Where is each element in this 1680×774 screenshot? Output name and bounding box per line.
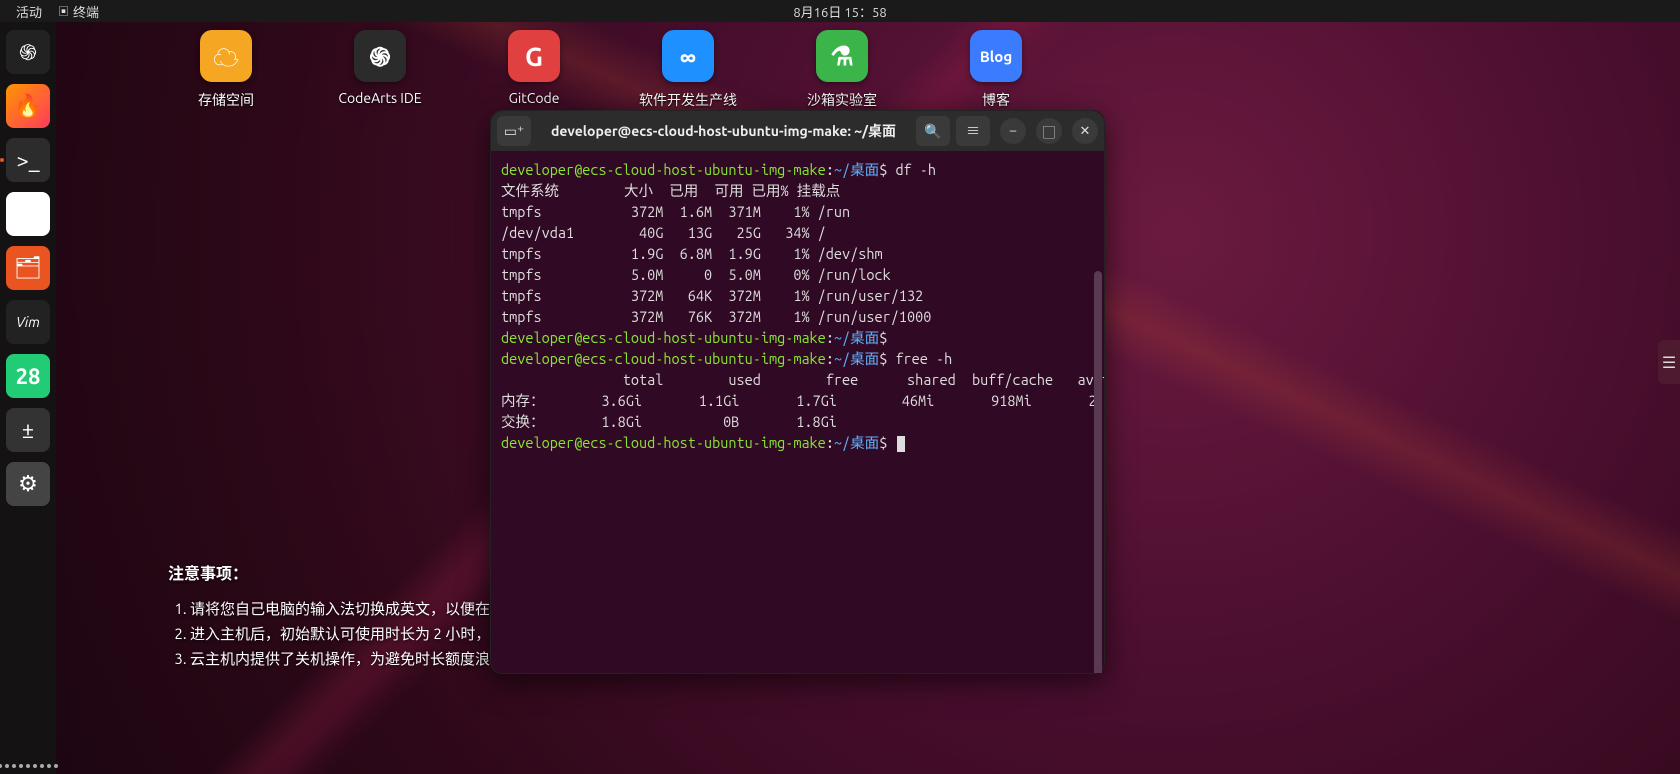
dock: ֍ 🔥 >_ ✎ 🗂 Vim 28 ± ⚙ [0, 22, 56, 774]
terminal-output: developer@ecs-cloud-host-ubuntu-img-make… [501, 159, 1094, 453]
app-label: 博客 [982, 90, 1010, 110]
dock-app-swirl[interactable]: ֍ [6, 30, 50, 74]
desktop-icon-存储空间[interactable]: ☁ 存储空间 [180, 30, 272, 110]
activities-button[interactable]: 活动 [8, 2, 50, 21]
notes-title: 注意事项： [168, 560, 520, 584]
right-edge-tab[interactable]: ☰ [1658, 340, 1680, 384]
search-icon: 🔍 [924, 123, 941, 140]
new-tab-button[interactable]: ▭⁺ [497, 116, 531, 146]
dock-app-text-editor[interactable]: ✎ [6, 192, 50, 236]
scrollbar[interactable] [1094, 271, 1102, 673]
app-label: 沙箱实验室 [807, 90, 877, 110]
desktop-notes: 注意事项： 请将您自己电脑的输入法切换成英文，以便在云主进入主机后，初始默认可使… [168, 560, 520, 673]
minimize-icon: – [1010, 124, 1016, 138]
gnome-top-bar: 活动 ▣ 终端 8月16日 15：58 [0, 0, 1680, 22]
window-title: developer@ecs-cloud-host-ubuntu-img-make… [537, 121, 910, 141]
minimize-button[interactable]: – [1000, 118, 1026, 144]
files-icon: 🗂 [14, 255, 42, 281]
hamburger-icon: ≡ [966, 121, 980, 141]
menu-button[interactable]: ≡ [956, 116, 990, 146]
swirl-icon: ֍ [19, 38, 37, 67]
terminal-window: ▭⁺ developer@ecs-cloud-host-ubuntu-img-m… [490, 110, 1105, 674]
app-tile: ֍ [354, 30, 406, 82]
terminal-body[interactable]: developer@ecs-cloud-host-ubuntu-img-make… [491, 151, 1104, 673]
close-button[interactable]: ✕ [1072, 118, 1098, 144]
app-tile: ☁ [200, 30, 252, 82]
desktop-icon-GitCode[interactable]: G GitCode [488, 30, 580, 110]
desktop-icon-沙箱实验室[interactable]: ⚗ 沙箱实验室 [796, 30, 888, 110]
maximize-button[interactable]: ▢ [1036, 118, 1062, 144]
app-label: 软件开发生产线 [639, 90, 737, 110]
dock-app-files[interactable]: 🗂 [6, 246, 50, 290]
note-item: 请将您自己电脑的输入法切换成英文，以便在云主 [190, 598, 520, 619]
panel-icon: ☰ [1662, 353, 1676, 372]
app-menu-label: 终端 [73, 2, 99, 21]
desktop-icon-博客[interactable]: Blog 博客 [950, 30, 1042, 110]
vim-icon: Vim [16, 314, 40, 330]
search-button[interactable]: 🔍 [916, 116, 950, 146]
dock-app-terminal[interactable]: >_ [6, 138, 50, 182]
app-label: GitCode [509, 90, 560, 106]
app-tile: Blog [970, 30, 1022, 82]
app-menu[interactable]: ▣ 终端 [50, 2, 107, 21]
desktop-icons: ☁ 存储空间 ֍ CodeArts IDE G GitCode ∞ 软件开发生产线 ⚗ 沙箱实验室… [180, 30, 1042, 110]
gear-icon: ⚙ [18, 471, 38, 497]
dock-app-vim[interactable]: Vim [6, 300, 50, 344]
firefox-icon: 🔥 [14, 93, 41, 119]
calculator-icon: ± [22, 418, 34, 443]
note-item: 云主机内提供了关机操作，为避免时长额度浪费， [190, 648, 520, 669]
close-icon: ✕ [1080, 124, 1091, 139]
dock-app-calendar[interactable]: 28 [6, 354, 50, 398]
desktop-icon-软件开发生产线[interactable]: ∞ 软件开发生产线 [642, 30, 734, 110]
desktop-icon-CodeArts IDE[interactable]: ֍ CodeArts IDE [334, 30, 426, 110]
calendar-icon: 28 [16, 364, 41, 389]
app-label: 存储空间 [198, 90, 254, 110]
new-tab-icon: ▭⁺ [504, 123, 525, 140]
app-tile: ∞ [662, 30, 714, 82]
terminal-icon: >_ [16, 148, 39, 173]
terminal-icon: ▣ [58, 3, 69, 19]
dock-app-firefox[interactable]: 🔥 [6, 84, 50, 128]
app-tile: G [508, 30, 560, 82]
note-item: 进入主机后，初始默认可使用时长为 2 小时，剩余 [190, 623, 520, 644]
dock-show-apps[interactable] [0, 764, 58, 768]
app-tile: ⚗ [816, 30, 868, 82]
editor-icon: ✎ [19, 201, 37, 227]
clock[interactable]: 8月16日 15：58 [793, 2, 886, 21]
app-label: CodeArts IDE [338, 90, 421, 106]
dock-app-settings[interactable]: ⚙ [6, 462, 50, 506]
maximize-icon: ▢ [1042, 122, 1055, 141]
dock-app-calculator[interactable]: ± [6, 408, 50, 452]
terminal-titlebar[interactable]: ▭⁺ developer@ecs-cloud-host-ubuntu-img-m… [491, 111, 1104, 151]
